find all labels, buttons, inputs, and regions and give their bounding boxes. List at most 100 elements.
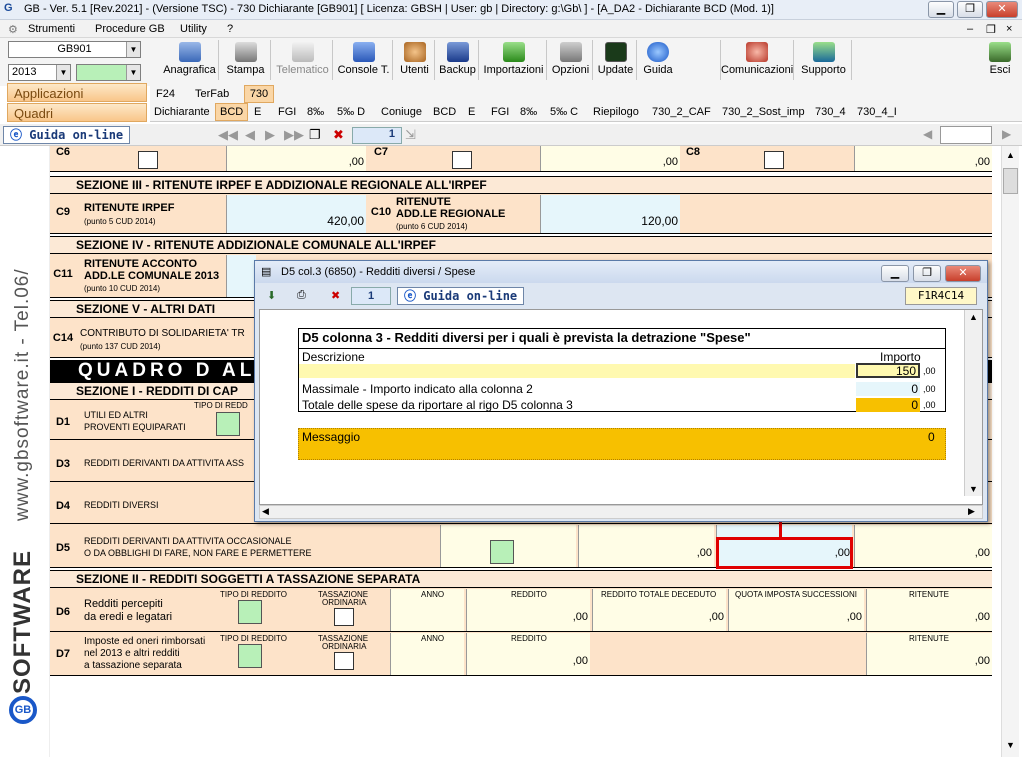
tab-730-4[interactable]: 730_4: [811, 104, 850, 120]
dialog-close-button[interactable]: ✕: [945, 265, 981, 282]
scroll-right-icon[interactable]: ▶: [1002, 127, 1011, 141]
first-page-icon[interactable]: ◀◀: [218, 127, 238, 143]
massimale-value[interactable]: 0: [856, 382, 920, 396]
next-page-icon[interactable]: ▶: [265, 127, 275, 143]
c10-value[interactable]: 120,00: [540, 195, 680, 233]
d6-anno[interactable]: ANNO: [390, 589, 464, 631]
d6-tipo-field[interactable]: [238, 600, 262, 624]
tab-f24[interactable]: F24: [152, 86, 179, 102]
row1-importo[interactable]: 150: [856, 363, 920, 378]
console-button[interactable]: Console T.: [335, 40, 393, 80]
opzioni-button[interactable]: Opzioni: [549, 40, 593, 80]
tab-8permille[interactable]: 8‰: [303, 104, 328, 120]
menu-utility[interactable]: Utility: [180, 23, 207, 35]
c8-box[interactable]: [764, 151, 784, 169]
company-select[interactable]: GB901 ▼: [8, 41, 141, 58]
dialog-guida-button[interactable]: ⓔ Guida on-line: [397, 287, 525, 305]
tab-bcd-coniuge[interactable]: BCD: [429, 104, 460, 120]
year-select[interactable]: 2013 ▼: [8, 64, 71, 81]
prev-page-icon[interactable]: ◀: [245, 127, 255, 143]
backup-button[interactable]: Backup: [437, 40, 479, 80]
importazioni-button[interactable]: Importazioni: [481, 40, 547, 80]
menu-help[interactable]: ?: [227, 23, 233, 35]
tab-dichiarante[interactable]: Dichiarante: [150, 104, 214, 120]
tab-e-coniuge[interactable]: E: [464, 104, 479, 120]
scroll-left-icon[interactable]: ◀: [923, 127, 932, 141]
tab-coniuge[interactable]: Coniuge: [377, 104, 426, 120]
esci-button[interactable]: Esci: [985, 40, 1015, 80]
scroll-left-icon[interactable]: ◀: [262, 506, 269, 517]
d7-tipo-field[interactable]: [238, 644, 262, 668]
tab-5permille-d[interactable]: 5‰ D: [333, 104, 369, 120]
printer-icon[interactable]: ⎙: [297, 289, 306, 302]
minimize-button[interactable]: ▁: [928, 1, 954, 18]
delete-page-icon[interactable]: ✖: [333, 127, 344, 143]
menu-strumenti[interactable]: Strumenti: [28, 23, 75, 35]
d7-reddito[interactable]: REDDITO ,00: [466, 633, 590, 675]
scroll-thumb[interactable]: [1003, 168, 1018, 194]
goto-page-icon[interactable]: ⇲: [405, 127, 416, 143]
close-button[interactable]: ✕: [986, 1, 1018, 18]
tab-730-2-caf[interactable]: 730_2_CAF: [648, 104, 715, 120]
delete-icon[interactable]: ✖: [331, 289, 340, 302]
d6-ritenute[interactable]: RITENUTE ,00: [866, 589, 992, 631]
d6-reddito[interactable]: REDDITO ,00: [466, 589, 590, 631]
c6-value[interactable]: ,00: [226, 146, 366, 171]
tab-730-4-i[interactable]: 730_4_I: [853, 104, 901, 120]
comunicazioni-button[interactable]: Comunicazioni: [720, 40, 794, 80]
guida-online-button[interactable]: ⓔ Guida on-line: [3, 126, 131, 144]
tab-8permille-c[interactable]: 8‰: [516, 104, 541, 120]
tab-730-2-sost-imp[interactable]: 730_2_Sost_imp: [718, 104, 809, 120]
dialog-restore-button[interactable]: ❐: [913, 265, 941, 282]
scroll-up-icon[interactable]: ▲: [969, 312, 978, 322]
tab-terfab[interactable]: TerFab: [191, 86, 233, 102]
tab-730[interactable]: 730: [244, 85, 274, 103]
d5-tipo-field[interactable]: [490, 540, 514, 564]
dialog-page-field[interactable]: 1: [351, 287, 391, 305]
new-page-icon[interactable]: ❐: [309, 127, 321, 143]
mdi-restore[interactable]: ❐: [986, 23, 996, 36]
update-button[interactable]: Update: [595, 40, 637, 80]
d7-ritenute[interactable]: RITENUTE ,00: [866, 633, 992, 675]
search-field[interactable]: [940, 126, 992, 144]
d5-col2[interactable]: ,00: [578, 525, 714, 567]
tab-fgi[interactable]: FGI: [274, 104, 300, 120]
telematico-button[interactable]: Telematico: [273, 40, 333, 80]
c8-value[interactable]: ,00: [854, 146, 992, 171]
c11-value[interactable]: [226, 255, 256, 297]
row1-desc[interactable]: [299, 364, 855, 378]
utenti-button[interactable]: Utenti: [395, 40, 435, 80]
scroll-right-icon[interactable]: ▶: [968, 506, 975, 517]
c6-box[interactable]: [138, 151, 158, 169]
d1-tipo-field[interactable]: [216, 412, 240, 436]
c7-box[interactable]: [452, 151, 472, 169]
restore-button[interactable]: ❐: [957, 1, 983, 18]
tab-5permille-c[interactable]: 5‰ C: [546, 104, 582, 120]
menu-procedure[interactable]: Procedure GB: [95, 23, 165, 35]
tab-e[interactable]: E: [250, 104, 265, 120]
d5-col4[interactable]: ,00: [854, 525, 992, 567]
scroll-down-icon[interactable]: ▼: [1006, 740, 1015, 750]
c9-value[interactable]: 420,00: [226, 195, 366, 233]
last-page-icon[interactable]: ▶▶: [284, 127, 304, 143]
d7-tass-box[interactable]: [334, 652, 354, 670]
c7-value[interactable]: ,00: [540, 146, 680, 171]
tab-fgi-coniuge[interactable]: FGI: [487, 104, 513, 120]
d7-anno[interactable]: ANNO: [390, 633, 464, 675]
dialog-scrollbar[interactable]: ▲ ▼: [964, 310, 982, 496]
dialog-hscrollbar[interactable]: ◀ ▶: [259, 505, 983, 519]
scroll-up-icon[interactable]: ▲: [1006, 150, 1015, 160]
status-select[interactable]: ▼: [76, 64, 141, 81]
main-scrollbar[interactable]: ▲ ▼: [1001, 146, 1019, 757]
mdi-close[interactable]: ×: [1006, 23, 1012, 35]
page-number-field[interactable]: 1: [352, 127, 402, 144]
save-icon[interactable]: ⬇: [267, 289, 276, 302]
anagrafica-button[interactable]: Anagrafica: [161, 40, 219, 80]
guida-button[interactable]: Guida: [639, 40, 677, 80]
scroll-down-icon[interactable]: ▼: [969, 484, 978, 494]
d6-deceduto[interactable]: REDDITO TOTALE DECEDUTO ,00: [592, 589, 726, 631]
supporto-button[interactable]: Supporto: [796, 40, 852, 80]
tab-riepilogo[interactable]: Riepilogo: [589, 104, 643, 120]
mdi-minimize[interactable]: –: [967, 23, 973, 35]
dialog-minimize-button[interactable]: ▁: [881, 265, 909, 282]
